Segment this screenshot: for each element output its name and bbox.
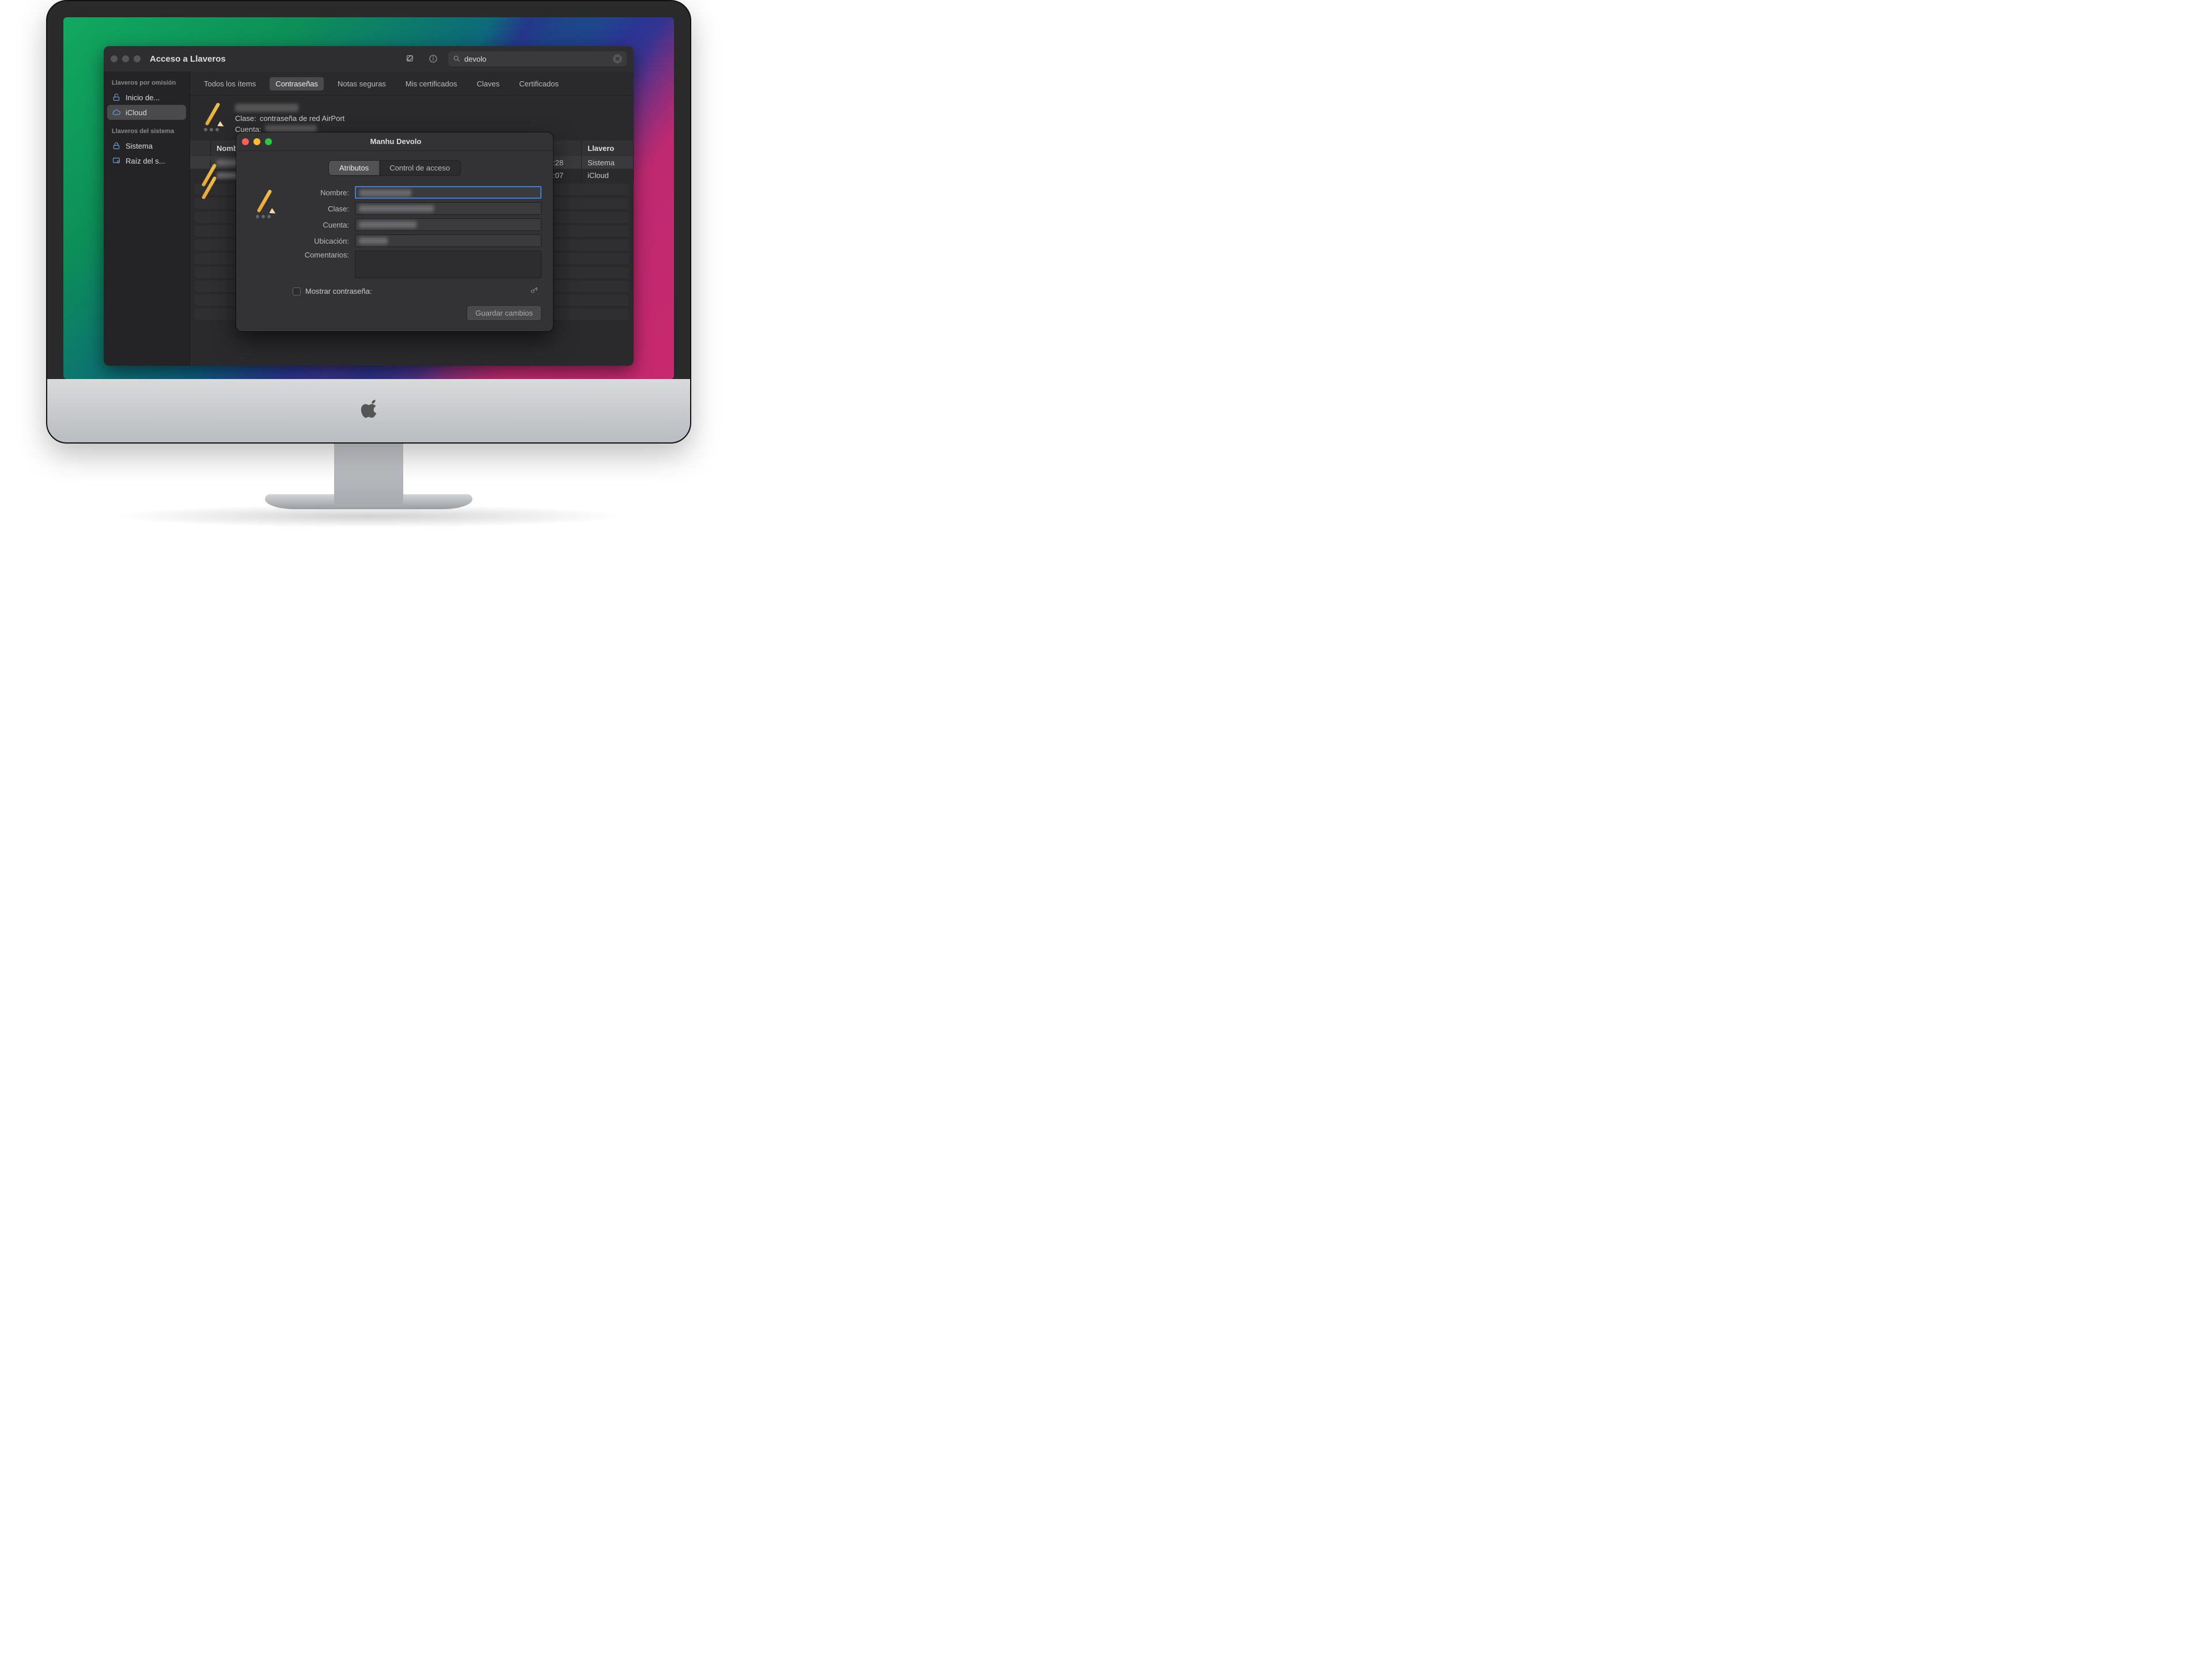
label-location: Ubicación:	[291, 237, 349, 245]
attributes-form: Nombre: Clase: Cuenta: Ubicación:	[291, 186, 541, 321]
label-class: Clase:	[291, 204, 349, 213]
window-title: Acceso a Llaveros	[150, 54, 226, 64]
compose-icon[interactable]	[402, 52, 418, 66]
label-name: Nombre:	[291, 188, 349, 197]
sidebar-item-system[interactable]: Sistema	[107, 138, 186, 153]
input-class[interactable]	[355, 202, 541, 215]
sidebar: Llaveros por omisión Inicio de... iCloud…	[104, 71, 190, 366]
key-icon	[530, 286, 538, 296]
label-comments: Comentarios:	[291, 251, 349, 259]
seg-all[interactable]: Todos los ítems	[198, 77, 262, 90]
tab-attributes[interactable]: Atributos	[329, 161, 379, 175]
item-title-blurred	[235, 104, 298, 112]
col-keychain[interactable]: Llavero	[582, 141, 634, 156]
modal-traffic-lights[interactable]	[242, 138, 272, 145]
imac-body: Acceso a Llaveros ✕ Llaveros por omisión	[46, 0, 691, 444]
sidebar-item-system-roots[interactable]: Raíz del s...	[107, 153, 186, 168]
input-name[interactable]	[355, 186, 541, 199]
search-clear-icon[interactable]: ✕	[613, 54, 622, 63]
sidebar-label: Raíz del s...	[126, 157, 165, 165]
account-value-blurred	[265, 125, 317, 132]
minimize-dot[interactable]	[122, 55, 129, 62]
zoom-dot[interactable]	[134, 55, 141, 62]
modal-tabs: Atributos Control de acceso	[248, 160, 541, 176]
zoom-dot[interactable]	[265, 138, 272, 145]
imac-stand-neck	[334, 442, 403, 506]
unlock-icon	[112, 93, 121, 102]
label-account: Cuenta:	[291, 221, 349, 229]
screen: Acceso a Llaveros ✕ Llaveros por omisión	[63, 17, 674, 379]
sidebar-section-default: Llaveros por omisión	[107, 77, 186, 90]
imac-chin	[47, 379, 690, 442]
sidebar-section-system: Llaveros del sistema	[107, 126, 186, 138]
password-item-icon	[199, 101, 227, 129]
seg-certs[interactable]: Certificados	[513, 77, 565, 90]
label-show-password: Mostrar contraseña:	[305, 287, 372, 296]
save-button[interactable]: Guardar cambios	[467, 305, 541, 321]
category-bar: Todos los ítems Contraseñas Notas segura…	[190, 71, 634, 96]
close-dot[interactable]	[242, 138, 249, 145]
seg-secure-notes[interactable]: Notas seguras	[332, 77, 392, 90]
search-field[interactable]: ✕	[448, 51, 627, 66]
class-label: Clase:	[235, 114, 256, 123]
seg-keys[interactable]: Claves	[471, 77, 505, 90]
close-dot[interactable]	[111, 55, 118, 62]
sidebar-item-login[interactable]: Inicio de...	[107, 90, 186, 105]
sidebar-item-icloud[interactable]: iCloud	[107, 105, 186, 120]
item-attributes-window: Manhu Devolo Atributos Control de acceso	[236, 132, 553, 331]
class-value: contraseña de red AirPort	[260, 114, 344, 123]
sidebar-label: Sistema	[126, 142, 153, 150]
seg-passwords[interactable]: Contraseñas	[270, 77, 324, 90]
modal-title: Manhu Devolo	[276, 137, 515, 146]
input-location[interactable]	[355, 234, 541, 247]
cloud-icon	[112, 108, 121, 117]
window-traffic-lights[interactable]	[111, 55, 141, 62]
search-input[interactable]	[464, 55, 609, 63]
lock-icon	[112, 141, 121, 150]
minimize-dot[interactable]	[253, 138, 260, 145]
certificate-icon	[112, 156, 121, 165]
search-icon	[453, 55, 461, 63]
sidebar-label: Inicio de...	[126, 93, 160, 102]
tab-access-control[interactable]: Control de acceso	[379, 161, 460, 175]
input-account[interactable]	[355, 218, 541, 231]
checkbox-show-password[interactable]	[293, 287, 301, 296]
input-comments[interactable]	[355, 251, 541, 278]
modal-item-icon	[251, 188, 279, 216]
titlebar: Acceso a Llaveros ✕	[104, 46, 634, 71]
row-keychain: iCloud	[582, 168, 634, 183]
modal-titlebar: Manhu Devolo	[236, 132, 553, 151]
seg-my-certs[interactable]: Mis certificados	[400, 77, 463, 90]
info-icon[interactable]	[425, 52, 441, 66]
sidebar-label: iCloud	[126, 108, 147, 117]
apple-logo-icon	[357, 395, 380, 422]
